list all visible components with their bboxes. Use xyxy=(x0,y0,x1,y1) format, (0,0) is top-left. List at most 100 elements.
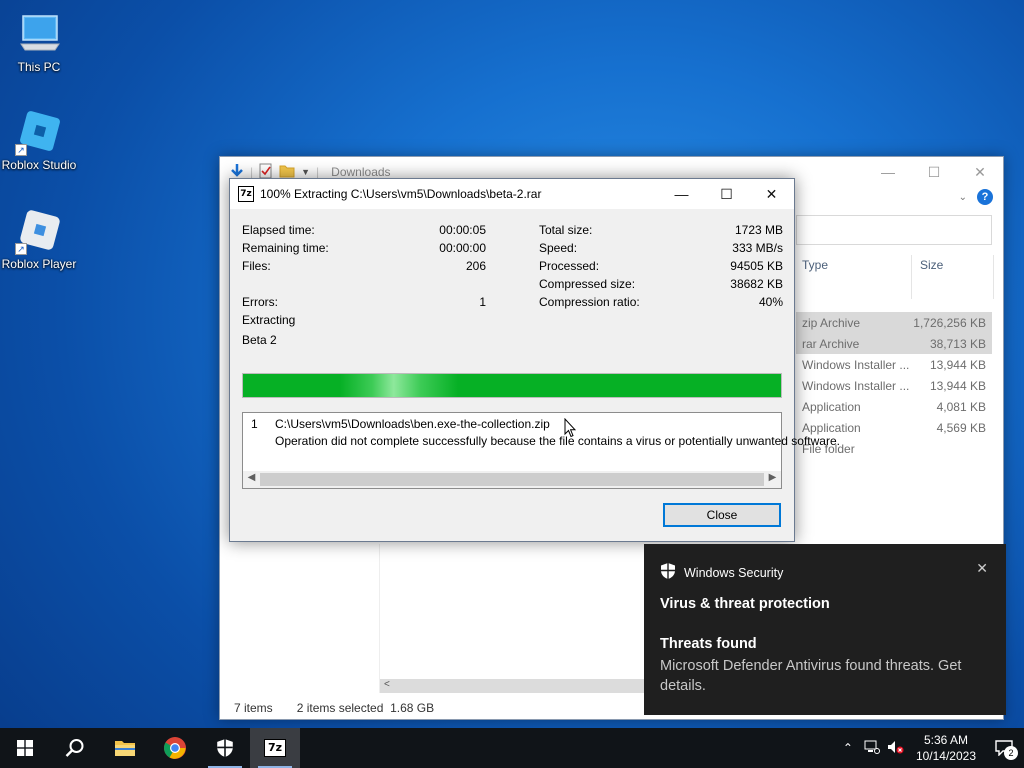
stat-label: Speed: xyxy=(539,241,578,255)
roblox-studio-icon: ↗ xyxy=(15,108,63,156)
volume-muted-icon[interactable] xyxy=(884,740,908,757)
file-size: 38,713 KB xyxy=(929,336,986,351)
desktop-icon-roblox-studio[interactable]: ↗ Roblox Studio xyxy=(0,108,79,172)
toast-close-icon[interactable]: ✕ xyxy=(976,560,988,577)
desktop-icon-label: This PC xyxy=(17,60,61,74)
file-size: 13,944 KB xyxy=(929,378,986,393)
stat-value: 00:00:00 xyxy=(439,241,486,255)
maximize-icon[interactable]: ☐ xyxy=(704,179,749,209)
search-button[interactable] xyxy=(50,728,100,768)
message-scrollbar[interactable]: ◀ ▶ xyxy=(243,471,781,488)
file-explorer-button[interactable] xyxy=(100,728,150,768)
stat-label: Processed: xyxy=(539,259,600,273)
file-row[interactable]: Application 4,081 KB xyxy=(796,396,992,417)
file-row[interactable]: Windows Installer ... 13,944 KB xyxy=(796,375,992,396)
column-header-type[interactable]: Type xyxy=(796,255,912,299)
close-icon[interactable]: ✕ xyxy=(957,157,1003,187)
desktop-icon-this-pc[interactable]: This PC xyxy=(0,10,79,74)
separator: | xyxy=(250,165,254,179)
chevron-up-icon[interactable]: ⌃ xyxy=(836,741,860,755)
file-explorer-icon xyxy=(115,741,135,756)
navigation-pane[interactable] xyxy=(220,544,380,693)
dialog-title: 100% Extracting C:\Users\vm5\Downloads\b… xyxy=(260,187,542,201)
progress-fill xyxy=(243,374,781,397)
explorer-title: Downloads xyxy=(331,165,391,179)
windows-security-button[interactable] xyxy=(200,728,250,768)
search-icon xyxy=(65,739,84,757)
file-type: Application xyxy=(802,420,861,435)
stat-value: 40% xyxy=(758,295,783,309)
windows-security-icon xyxy=(217,739,233,757)
selected-size: 1.68 GB xyxy=(390,701,435,715)
mouse-cursor-icon xyxy=(564,417,577,441)
column-header-size[interactable]: Size xyxy=(914,255,994,299)
extract-progress-dialog[interactable]: 7z 100% Extracting C:\Users\vm5\Download… xyxy=(229,178,840,542)
stat-label: Remaining time: xyxy=(242,241,329,255)
expand-ribbon-icon[interactable]: ⌄ xyxy=(959,192,967,203)
chrome-button[interactable] xyxy=(150,728,200,768)
stat-value: 333 MB/s xyxy=(732,241,783,255)
scroll-left-icon[interactable]: < xyxy=(384,679,390,690)
file-size: 13,944 KB xyxy=(929,357,986,372)
7zip-taskbar-button[interactable]: 7z xyxy=(250,728,300,768)
stat-label: Compressed size: xyxy=(539,277,636,291)
file-size: 4,081 KB xyxy=(936,399,986,414)
scroll-left-icon[interactable]: ◀ xyxy=(243,472,260,483)
stat-value: 206 xyxy=(465,259,486,273)
scroll-right-icon[interactable]: ▶ xyxy=(764,472,781,483)
system-tray: ⌃ 5:36 AM 10/14/2023 2 xyxy=(836,728,1024,768)
file-row[interactable]: rar Archive 38,713 KB xyxy=(796,333,992,354)
desktop-icon-label: Roblox Studio xyxy=(1,158,77,172)
computer-icon xyxy=(15,10,63,58)
7zip-icon: 7z xyxy=(264,739,286,757)
current-item: Beta 2 xyxy=(242,333,277,347)
start-button[interactable] xyxy=(0,728,50,768)
file-row[interactable]: zip Archive 1,726,256 KB xyxy=(796,312,992,333)
stat-label: Elapsed time: xyxy=(242,223,315,237)
message-list[interactable]: 1 C:\Users\vm5\Downloads\ben.exe-the-col… xyxy=(242,412,840,489)
horizontal-scrollbar[interactable]: < xyxy=(380,679,650,693)
progress-bar xyxy=(242,373,782,398)
message-text: Operation did not complete successfully … xyxy=(275,434,840,448)
file-row[interactable]: Windows Installer ... 13,944 KB xyxy=(796,354,992,375)
stats-right: Total size: 1723 MB Speed: 333 MB/s Proces… xyxy=(539,223,783,313)
stat-value: 1723 MB xyxy=(734,223,783,237)
stat-value: 94505 KB xyxy=(730,259,783,273)
toast-body: Microsoft Defender Antivirus found threa… xyxy=(660,658,962,694)
close-button[interactable]: Close xyxy=(663,503,781,527)
stat-value: 00:00:05 xyxy=(439,223,486,237)
quick-access-dropdown-icon[interactable]: ▼ xyxy=(301,167,310,177)
message-number: 1 xyxy=(251,417,258,431)
7zip-icon: 7z xyxy=(238,186,254,202)
dialog-titlebar[interactable]: 7z 100% Extracting C:\Users\vm5\Download… xyxy=(230,179,794,209)
action-center-button[interactable]: 2 xyxy=(984,728,1024,768)
roblox-player-icon: ↗ xyxy=(15,207,63,255)
security-notification-toast[interactable]: Windows Security ✕ Virus & threat protec… xyxy=(644,544,1006,715)
scrollbar-thumb[interactable] xyxy=(260,473,764,486)
minimize-icon[interactable]: — xyxy=(865,157,911,187)
stat-label: Files: xyxy=(242,259,271,273)
file-size: 4,569 KB xyxy=(936,420,986,435)
close-icon[interactable]: ✕ xyxy=(749,179,794,209)
status-bar: 7 items 2 items selected 1.68 GB xyxy=(234,701,434,715)
chrome-icon xyxy=(164,737,186,759)
stat-label: Compression ratio: xyxy=(539,295,640,309)
operation-status: Extracting xyxy=(242,313,296,327)
file-type: zip Archive xyxy=(802,315,861,330)
taskbar: 7z ⌃ 5:36 AM 10/14/2023 2 xyxy=(0,728,1024,768)
maximize-icon[interactable]: ☐ xyxy=(911,157,957,187)
clock[interactable]: 5:36 AM 10/14/2023 xyxy=(908,732,984,764)
desktop-icon-label: Roblox Player xyxy=(1,257,77,271)
search-box[interactable] xyxy=(796,215,992,245)
toast-app-name: Windows Security xyxy=(684,565,784,580)
notification-count-badge: 2 xyxy=(1004,746,1018,760)
help-icon[interactable]: ? xyxy=(977,189,993,205)
minimize-icon[interactable]: — xyxy=(659,179,704,209)
file-type: Windows Installer ... xyxy=(802,378,910,393)
desktop-icon-roblox-player[interactable]: ↗ Roblox Player xyxy=(0,207,79,271)
toast-heading: Virus & threat protection xyxy=(660,596,830,612)
network-icon[interactable] xyxy=(860,740,884,757)
file-type: Windows Installer ... xyxy=(802,357,910,372)
stats-left: Elapsed time: 00:00:05 Remaining time: 00:… xyxy=(242,223,486,313)
toast-subheading: Threats found xyxy=(660,636,757,652)
